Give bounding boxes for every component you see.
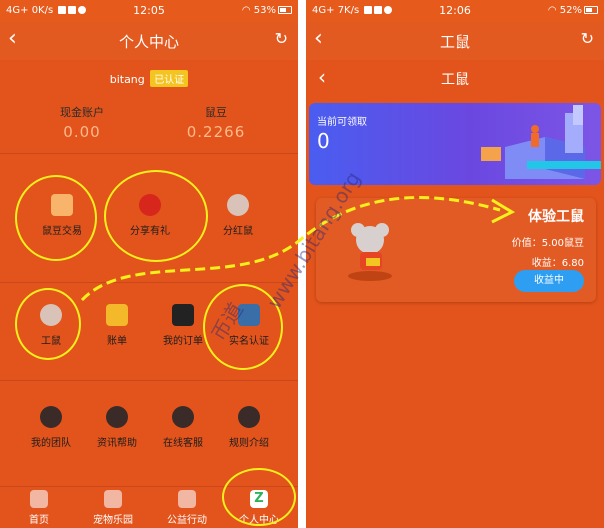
top-navbar: ‹ 个人中心 ↻ <box>0 22 298 60</box>
status-right: ◠ 52% <box>548 5 598 16</box>
tab-label: 首页 <box>29 515 49 526</box>
cash-account-value: 0.00 <box>63 123 101 141</box>
sub-navbar: ‹ 工鼠 <box>306 60 604 96</box>
worker-card: 体验工鼠 价值：5.00鼠豆 收益：6.80 收益中 <box>316 198 596 302</box>
grid-label: 在线客服 <box>163 438 203 449</box>
refresh-icon[interactable]: ↻ <box>275 29 288 48</box>
rules-icon <box>238 406 260 428</box>
battery-icon <box>584 6 598 14</box>
tab-charity[interactable]: 公益行动 <box>150 490 224 526</box>
worker-name: 体验工鼠 <box>528 209 584 225</box>
grid-item-bill[interactable]: 账单 <box>80 304 154 347</box>
mouse-bean-label: 鼠豆 <box>205 106 227 119</box>
team-icon <box>40 406 62 428</box>
wifi-icon: ◠ <box>547 5 557 16</box>
grid-label: 资讯帮助 <box>97 438 137 449</box>
cash-account[interactable]: 现金账户 0.00 <box>22 104 142 141</box>
tab-home[interactable]: 首页 <box>2 490 76 526</box>
tab-label: 公益行动 <box>167 515 207 526</box>
grid-label: 分红鼠 <box>223 226 253 237</box>
battery-percent: 52% <box>559 5 582 16</box>
tab-label: 宠物乐园 <box>93 515 133 526</box>
charity-icon <box>178 490 196 508</box>
refresh-icon[interactable]: ↻ <box>581 29 594 48</box>
grid-item-service[interactable]: 在线客服 <box>146 406 220 449</box>
mouse-bean-account[interactable]: 鼠豆 0.2266 <box>156 104 276 141</box>
status-bar: 4G+ 7K/s 12:06 ◠ 52% <box>306 0 604 22</box>
left-screen: 4G+ 0K/s 12:05 ◠ 53% ‹ 个人中心 ↻ bitang 已认证… <box>0 0 298 528</box>
highlight-circle <box>15 175 97 261</box>
highlight-circle <box>104 170 208 262</box>
pet-icon <box>104 490 122 508</box>
divider <box>0 153 298 154</box>
username: bitang <box>109 73 145 86</box>
grid-item-my-team[interactable]: 我的团队 <box>14 406 88 449</box>
user-info: bitang 已认证 <box>0 70 298 87</box>
grid-label: 规则介绍 <box>229 438 269 449</box>
divider <box>0 380 298 381</box>
grid-label: 账单 <box>107 336 127 347</box>
grid-item-help[interactable]: 资讯帮助 <box>80 406 154 449</box>
order-icon <box>172 304 194 326</box>
home-icon <box>30 490 48 508</box>
worker-price: 价值：5.00鼠豆 <box>511 238 584 249</box>
help-icon <box>106 406 128 428</box>
page-title: 个人中心 <box>118 33 179 51</box>
battery-icon <box>278 6 292 14</box>
right-screen: 4G+ 7K/s 12:06 ◠ 52% ‹ 工鼠 ↻ ‹ 工鼠 当前可领取 0 <box>306 0 604 528</box>
divider <box>0 282 298 283</box>
grid-item-rules[interactable]: 规则介绍 <box>212 406 286 449</box>
mouse-bean-value: 0.2266 <box>186 123 246 141</box>
highlight-circle <box>222 468 296 526</box>
mouse-illustration <box>348 223 392 281</box>
tab-pet-park[interactable]: 宠物乐园 <box>76 490 150 526</box>
status-right: ◠ 53% <box>242 5 292 16</box>
earning-status-button[interactable]: 收益中 <box>514 270 584 292</box>
status-bar: 4G+ 0K/s 12:05 ◠ 53% <box>0 0 298 22</box>
wifi-icon: ◠ <box>241 5 251 16</box>
bill-icon <box>106 304 128 326</box>
page-title: 工鼠 <box>439 33 470 51</box>
service-icon <box>172 406 194 428</box>
grid-label: 我的团队 <box>31 438 71 449</box>
sub-title: 工鼠 <box>441 72 469 88</box>
cash-account-label: 现金账户 <box>60 106 104 119</box>
verified-badge: 已认证 <box>150 70 189 87</box>
worker-earnings: 收益：6.80 <box>531 258 584 269</box>
top-navbar: ‹ 工鼠 ↻ <box>306 22 604 60</box>
grid-item-dividend-mouse[interactable]: 分红鼠 <box>201 194 275 237</box>
highlight-circle <box>15 288 81 360</box>
battery-percent: 53% <box>253 5 276 16</box>
mouse-icon <box>227 194 249 216</box>
